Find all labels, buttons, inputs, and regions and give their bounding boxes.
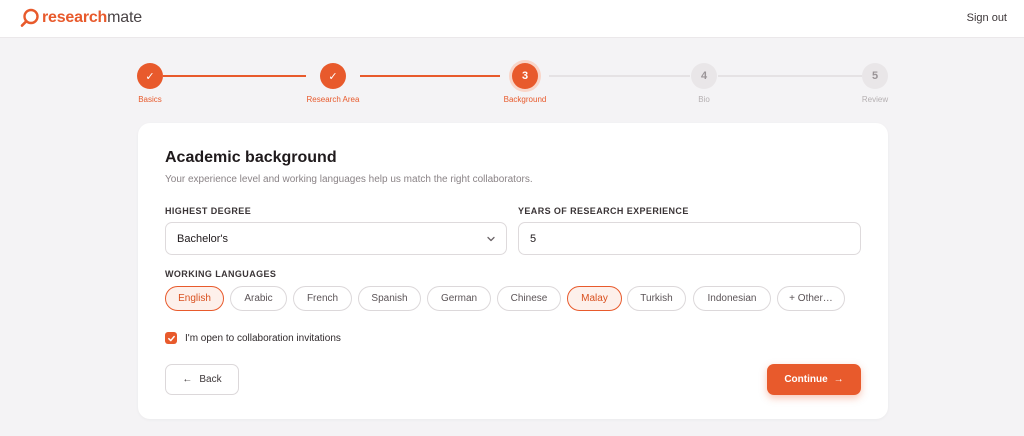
chip-malay[interactable]: Malay <box>567 286 622 311</box>
languages-label: WORKING LANGUAGES <box>165 269 277 279</box>
step-number: 4 <box>691 63 717 89</box>
degree-label: HIGHEST DEGREE <box>165 206 252 216</box>
step-connector <box>360 75 500 77</box>
step-background[interactable]: 3 Background <box>485 60 565 104</box>
step-label: Research Area <box>306 95 360 104</box>
step-label: Review <box>861 95 889 104</box>
step-basics[interactable]: ✓ Basics <box>110 60 190 104</box>
continue-button[interactable]: Continue → <box>767 364 861 395</box>
chip-spanish[interactable]: Spanish <box>358 286 421 311</box>
progress-stepper: ✓ Basics ✓ Research Area 3 Background 4 … <box>0 60 1024 110</box>
form-card: Academic background Your experience leve… <box>138 123 888 419</box>
magnifier-logo-icon <box>20 8 39 27</box>
years-label: YEARS OF RESEARCH EXPERIENCE <box>518 206 689 216</box>
step-label: Bio <box>698 95 710 104</box>
chip-arabic[interactable]: Arabic <box>230 286 287 311</box>
step-number: 5 <box>862 63 888 89</box>
brand-name: researchmate <box>42 9 142 26</box>
collaboration-label: I'm open to collaboration invitations <box>185 332 341 344</box>
check-icon: ✓ <box>320 63 346 89</box>
form-title: Academic background <box>165 149 337 166</box>
degree-select[interactable]: Bachelor's <box>165 222 507 255</box>
step-label: Basics <box>138 95 162 104</box>
chip-turkish[interactable]: Turkish <box>627 286 686 311</box>
step-label: Background <box>503 95 547 104</box>
chip-other[interactable]: + Other… <box>777 286 845 311</box>
back-label: Back <box>199 374 222 385</box>
years-input[interactable]: 5 <box>518 222 861 255</box>
chip-english[interactable]: English <box>165 286 224 311</box>
continue-label: Continue <box>784 374 828 385</box>
step-review: 5 Review <box>835 60 915 104</box>
years-value: 5 <box>530 232 537 245</box>
arrow-right-icon: → <box>833 374 844 385</box>
form-subtitle: Your experience level and working langua… <box>165 174 533 185</box>
logo[interactable]: researchmate <box>20 6 142 30</box>
degree-value: Bachelor's <box>177 232 229 245</box>
step-research-area[interactable]: ✓ Research Area <box>293 60 373 104</box>
chip-german[interactable]: German <box>427 286 491 311</box>
arrow-left-icon: ← <box>182 374 193 385</box>
check-icon: ✓ <box>137 63 163 89</box>
top-bar: researchmate Sign out <box>0 0 1024 38</box>
chip-chinese[interactable]: Chinese <box>497 286 561 311</box>
chevron-down-icon <box>487 236 495 242</box>
chip-french[interactable]: French <box>293 286 352 311</box>
step-number: 3 <box>512 63 538 89</box>
sign-out-link[interactable]: Sign out <box>967 12 1007 24</box>
back-button[interactable]: ← Back <box>165 364 239 395</box>
chip-indonesian[interactable]: Indonesian <box>693 286 771 311</box>
collaboration-checkbox[interactable]: I'm open to collaboration invitations <box>165 331 341 345</box>
step-bio: 4 Bio <box>664 60 744 104</box>
checkbox-checked-icon[interactable] <box>165 332 177 344</box>
